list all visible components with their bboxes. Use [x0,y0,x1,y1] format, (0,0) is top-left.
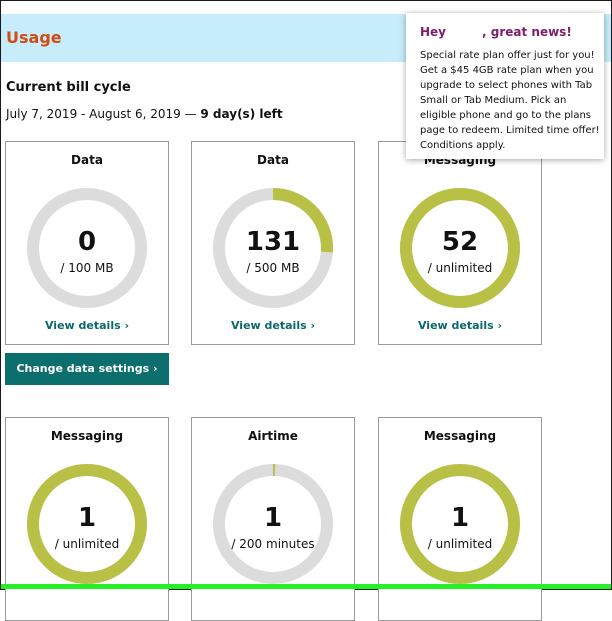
usage-value: 1 [450,503,470,533]
promo-headline: , great news! [482,25,572,39]
view-details-link[interactable]: View details › [192,319,354,332]
promo-greeting: Hey [420,25,447,39]
usage-unit: / unlimited [54,537,120,551]
usage-unit: / 500 MB [246,261,300,275]
page-title: Usage [6,28,62,47]
usage-card: Data 131 / 500 MB View details › [191,141,355,345]
card-label: Data [257,153,289,167]
usage-value: 1 [77,503,97,533]
card-label: Messaging [50,429,124,443]
usage-unit: / 100 MB [60,261,114,275]
view-details-link[interactable]: View details › [6,319,168,332]
bottom-status-bar [1,584,611,589]
usage-card: Messaging 1 / unlimited [5,417,169,621]
days-left: 9 day(s) left [200,107,283,121]
card-label: Data [71,153,103,167]
usage-unit: / 200 minutes [231,537,315,551]
bill-cycle-title: Current bill cycle [6,80,131,95]
usage-value: 52 [441,227,479,257]
card-label: Airtime [248,429,298,443]
promo-title: Hey , great news! [420,25,572,39]
change-data-settings-button[interactable]: Change data settings › [5,353,169,385]
usage-card: Messaging 1 / unlimited [378,417,542,621]
usage-unit: / unlimited [427,537,493,551]
usage-card: Messaging 52 / unlimited View details › [378,141,542,345]
usage-value: 131 [245,227,301,257]
usage-card: Data 0 / 100 MB View details › [5,141,169,345]
usage-unit: / unlimited [427,261,493,275]
usage-value: 1 [263,503,283,533]
usage-value: 0 [77,227,97,257]
view-details-link[interactable]: View details › [379,319,541,332]
bill-cycle-dates: July 7, 2019 - August 6, 2019 — 9 day(s)… [6,107,283,121]
promo-body: Special rate plan offer just for you! Ge… [420,50,600,151]
card-label: Messaging [423,429,497,443]
usage-card: Airtime 1 / 200 minutes [191,417,355,621]
promo-popover: Hey , great news! Special rate plan offer… [406,13,604,159]
bill-cycle-range: July 7, 2019 - August 6, 2019 — [6,107,201,121]
